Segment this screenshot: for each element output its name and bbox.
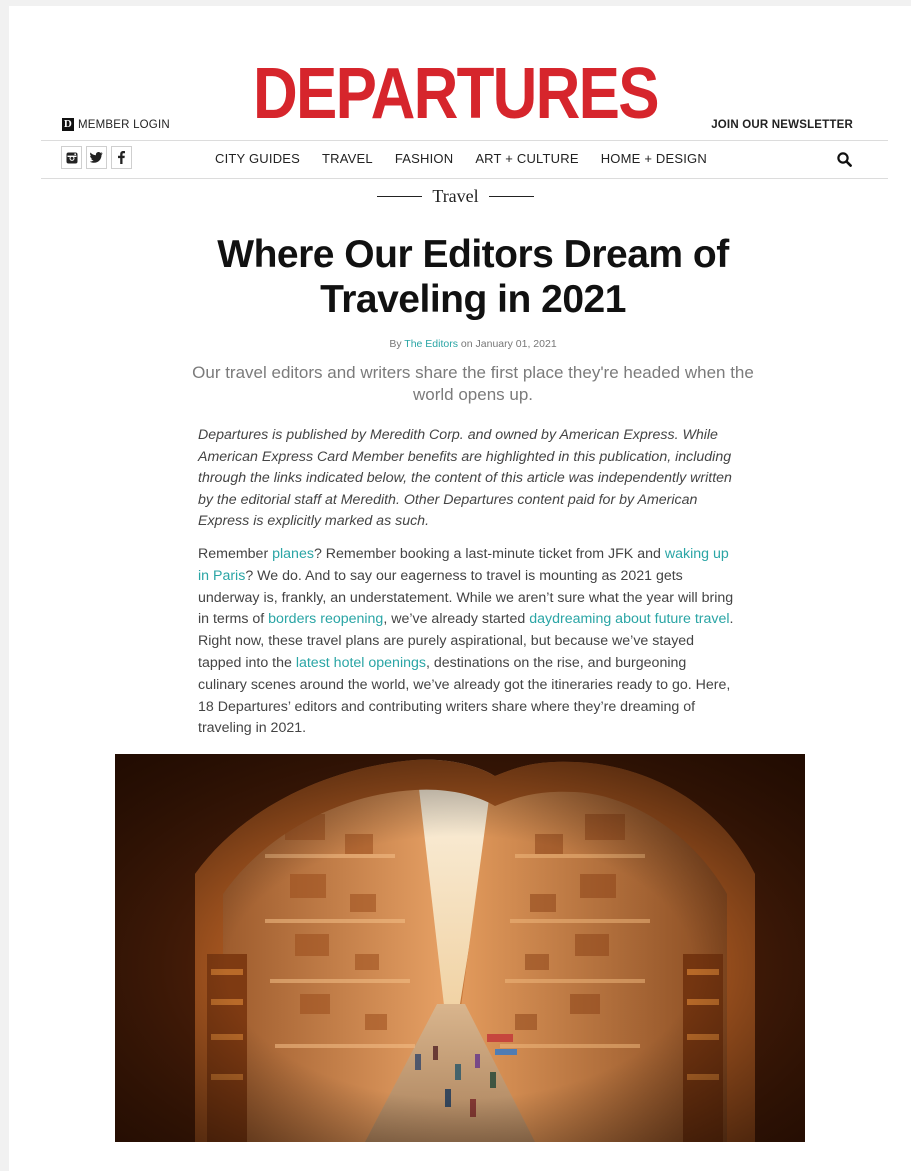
- member-login-label: MEMBER LOGIN: [78, 118, 170, 131]
- section-rule-right: [488, 196, 534, 197]
- nav-top-divider: [41, 140, 888, 141]
- search-icon: [837, 152, 852, 167]
- section-rule-left: [377, 196, 423, 197]
- nav-fashion[interactable]: FASHION: [395, 151, 453, 166]
- nav-bottom-divider: [41, 178, 888, 179]
- facebook-icon: [118, 151, 125, 164]
- social-links: [61, 146, 132, 169]
- nav-home-design[interactable]: HOME + DESIGN: [601, 151, 707, 166]
- byline: By The Editors on January 01, 2021: [0, 338, 911, 350]
- link-latest-hotel-openings[interactable]: latest hotel openings: [296, 655, 426, 671]
- join-newsletter-link[interactable]: JOIN OUR NEWSLETTER: [711, 119, 853, 131]
- nav-city-guides[interactable]: CITY GUIDES: [215, 151, 300, 166]
- hero-image-illustration: [115, 754, 805, 1142]
- body-text-4: , we’ve already started: [383, 611, 530, 628]
- author-link[interactable]: The Editors: [404, 338, 458, 350]
- hero-image: [115, 754, 805, 1142]
- byline-date: on January 01, 2021: [458, 338, 557, 350]
- nav-travel[interactable]: TRAVEL: [322, 151, 373, 166]
- member-login-link[interactable]: D MEMBER LOGIN: [62, 118, 170, 131]
- nav-art-culture[interactable]: ART + CULTURE: [475, 151, 578, 166]
- twitter-button[interactable]: [86, 146, 107, 169]
- instagram-icon: [66, 152, 77, 163]
- link-borders-reopening[interactable]: borders reopening: [268, 611, 383, 627]
- article-dek: Our travel editors and writers share the…: [192, 363, 754, 404]
- instagram-button[interactable]: [61, 146, 82, 169]
- byline-prefix: By: [389, 338, 405, 350]
- section-travel-link[interactable]: Travel: [432, 186, 478, 207]
- body-text-1: Remember: [198, 546, 273, 562]
- editorial-disclaimer: Departures is published by Meredith Corp…: [198, 427, 732, 530]
- intro-paragraph: Remember planes? Remember booking a last…: [198, 544, 738, 740]
- article-title: Where Our Editors Dream of Traveling in …: [217, 233, 729, 321]
- body-text-2: ? Remember booking a last-minute ticket …: [313, 546, 665, 562]
- link-daydreaming-future-travel[interactable]: daydreaming about future travel: [529, 611, 729, 627]
- link-planes[interactable]: planes: [272, 546, 314, 562]
- facebook-button[interactable]: [111, 146, 132, 169]
- search-button[interactable]: [837, 152, 852, 172]
- section-label: Travel: [0, 186, 911, 207]
- departures-d-icon: D: [62, 118, 74, 131]
- twitter-icon: [90, 152, 103, 163]
- primary-nav: CITY GUIDES TRAVEL FASHION ART + CULTURE…: [215, 151, 707, 166]
